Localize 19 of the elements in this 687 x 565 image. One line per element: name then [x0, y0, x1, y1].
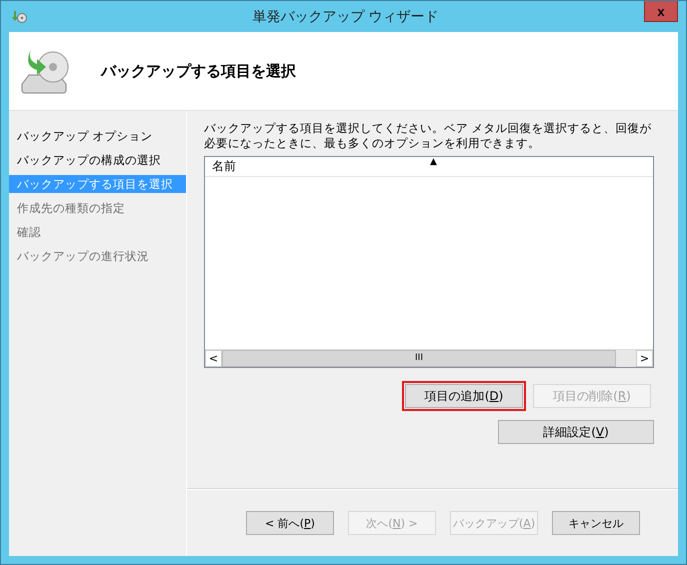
column-header[interactable]: 名前	[205, 158, 236, 175]
horizontal-scrollbar[interactable]: < III >	[205, 349, 653, 367]
list-action-button[interactable]: 項目の追加(D)	[405, 384, 523, 408]
sort-arrow: ▲	[430, 157, 437, 167]
scroll-thumb[interactable]: III	[222, 350, 616, 367]
wizard-button[interactable]: < 前へ(P)	[246, 511, 334, 535]
window-title: 単発バックアップ ウィザード	[252, 8, 439, 26]
instruction-text: バックアップする項目を選択してください。ベア メタル回復を選択すると、回復が必要になったときに、最も多くのオプションを利用できます。	[204, 121, 653, 151]
page-heading: バックアップする項目を選択	[101, 62, 296, 80]
scroll-right-button[interactable]: >	[636, 350, 653, 367]
items-list[interactable]: 名前 ▲ < III >	[204, 156, 654, 368]
scroll-left-button[interactable]: <	[205, 350, 222, 367]
wizard-step[interactable]: バックアップ オプション	[9, 124, 186, 148]
advanced-settings-button[interactable]: 詳細設定(V)	[498, 420, 654, 444]
close-button[interactable]: x	[644, 1, 678, 22]
wizard-button[interactable]: キャンセル	[552, 511, 640, 535]
backup-drive-icon	[19, 48, 71, 94]
wizard-step[interactable]: バックアップの構成の選択	[9, 148, 186, 172]
backup-icon	[11, 10, 27, 24]
